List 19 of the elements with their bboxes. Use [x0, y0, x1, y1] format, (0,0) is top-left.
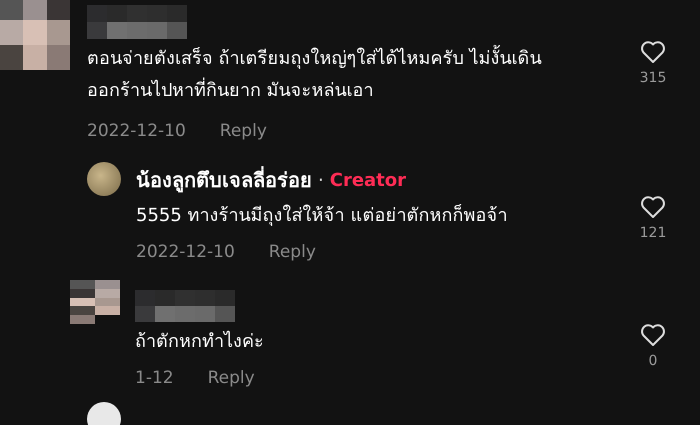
creator-label: Creator — [330, 170, 406, 190]
heart-icon[interactable] — [640, 40, 666, 64]
reply-button[interactable]: Reply — [268, 242, 316, 262]
comment-date: 2022-12-10 — [136, 242, 235, 262]
heart-icon[interactable] — [640, 323, 666, 347]
like-count: 121 — [640, 225, 666, 241]
comment-date: 1-12 — [135, 368, 174, 388]
comment-date: 2022-12-10 — [87, 121, 186, 141]
separator-dot: · — [318, 170, 324, 190]
comment-text: ตอนจ่ายตังเสร็จ ถ้าเตรียมถุงใหญ่ๆใส่ได้ไหมครับ ไม่งั้นเดิน ออกร้านไปหาที่กินยาก มันจะหล่นเอา — [87, 43, 577, 107]
heart-icon[interactable] — [640, 195, 666, 219]
like-count: 0 — [648, 353, 658, 369]
avatar[interactable] — [87, 162, 121, 196]
reply-button[interactable]: Reply — [220, 121, 267, 141]
username[interactable]: น้องลูกตึบเจลลี่อร่อย — [136, 164, 312, 196]
reply-button[interactable]: Reply — [208, 368, 255, 388]
like-count: 315 — [640, 70, 666, 86]
comment-text: ถ้าตักหกทำไงค่ะ — [135, 330, 265, 354]
comment-text: 5555 ทางร้านมีถุงใส่ให้จ้า แต่อย่าตักหกก็พอจ้า — [136, 203, 508, 228]
